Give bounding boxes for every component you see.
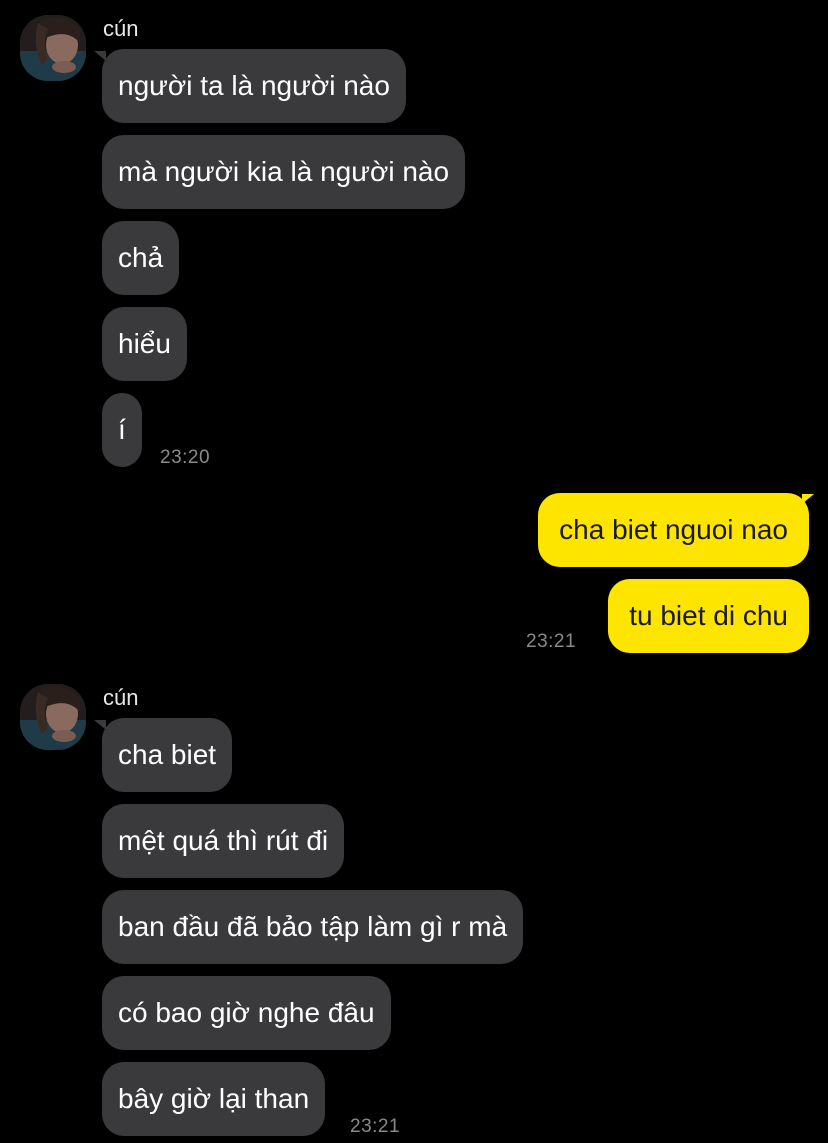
sender-name: cún [103, 685, 139, 710]
message-bubble[interactable]: í [102, 393, 142, 467]
message-bubble[interactable]: có bao giờ nghe đâu [102, 976, 391, 1050]
sender-name: cún [103, 16, 139, 41]
message-bubble[interactable]: cha biet nguoi nao [538, 493, 809, 567]
avatar[interactable] [20, 684, 86, 750]
message-timestamp: 23:20 [160, 447, 211, 468]
message-bubble[interactable]: bây giờ lại than [102, 1062, 326, 1136]
profile-photo-icon [20, 684, 86, 750]
message-timestamp: 23:21 [526, 631, 577, 652]
message-bubble[interactable]: chả [102, 221, 180, 295]
message-bubble[interactable]: cha biet [102, 718, 233, 792]
message-bubble[interactable]: mà người kia là người nào [102, 135, 466, 209]
message-bubble[interactable]: mệt quá thì rút đi [102, 804, 345, 878]
message-bubble[interactable]: ban đầu đã bảo tập làm gì r mà [102, 890, 524, 964]
profile-photo-icon [20, 15, 86, 81]
message-bubble[interactable]: người ta là người nào [102, 49, 406, 123]
message-bubble[interactable]: tu biet di chu [608, 579, 809, 653]
message-bubble[interactable]: hiểu [102, 307, 187, 381]
message-timestamp: 23:21 [350, 1116, 401, 1137]
avatar[interactable] [20, 15, 86, 81]
